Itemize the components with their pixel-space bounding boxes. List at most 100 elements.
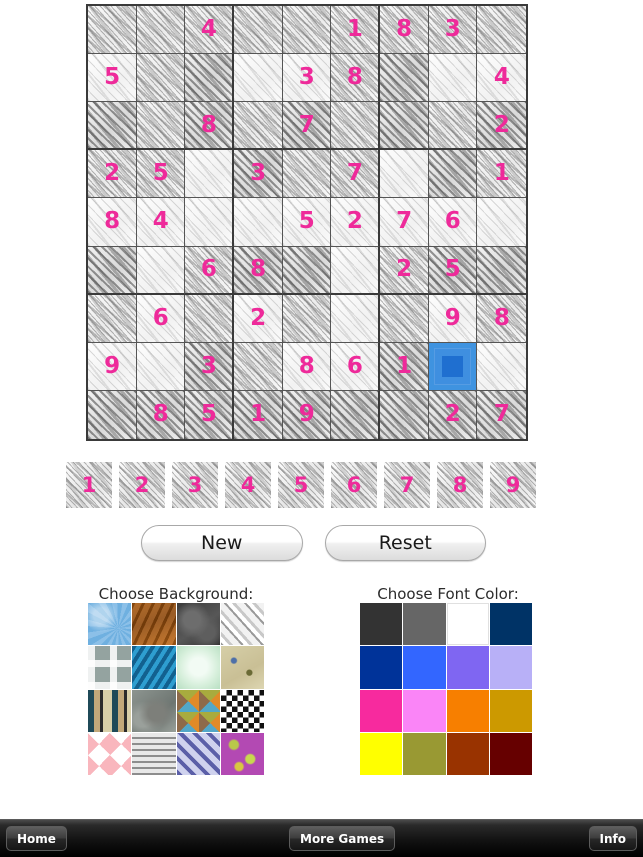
background-swatch-orange-wood[interactable]: [132, 603, 176, 646]
sudoku-cell[interactable]: [185, 150, 234, 199]
background-swatch-teal-aztec[interactable]: [88, 689, 132, 732]
sudoku-cell[interactable]: 2: [477, 102, 526, 151]
sudoku-cell[interactable]: [88, 102, 137, 151]
font-color-swatch[interactable]: [403, 646, 446, 689]
background-swatch-purple-celtic-knot[interactable]: [176, 732, 220, 775]
sudoku-board[interactable]: 4 1 8 3 5 3 8 4 8 7 2 2 5 3 7 1 8 4 5 2 7 6 6 8 2 5 6 2 9 8 9 3 8 6 1 8 5 1 9 2…: [86, 4, 528, 441]
sudoku-cell[interactable]: 1: [331, 6, 380, 55]
background-swatch-floral-beige[interactable]: [220, 646, 264, 689]
background-swatch-gray-floral[interactable]: [132, 689, 176, 732]
sudoku-cell[interactable]: 3: [185, 342, 234, 391]
sudoku-cell[interactable]: [331, 246, 380, 295]
palette-tile-2[interactable]: 2: [119, 462, 165, 508]
more-games-button[interactable]: More Games: [289, 826, 396, 851]
font-color-swatch[interactable]: [360, 603, 403, 646]
palette-tile-9[interactable]: 9: [490, 462, 536, 508]
font-color-swatch[interactable]: [446, 732, 489, 775]
info-button[interactable]: Info: [588, 826, 637, 851]
font-color-swatch[interactable]: [489, 603, 532, 646]
sudoku-cell[interactable]: 8: [282, 342, 332, 391]
sudoku-cell[interactable]: [234, 102, 283, 151]
sudoku-cell-selected[interactable]: [428, 342, 478, 391]
sudoku-cell[interactable]: 2: [380, 246, 429, 295]
sudoku-cell[interactable]: [88, 6, 137, 55]
sudoku-cell[interactable]: 1: [477, 150, 526, 199]
sudoku-cell[interactable]: 6: [185, 246, 234, 295]
sudoku-cell[interactable]: 1: [380, 342, 429, 391]
sudoku-cell[interactable]: 5: [185, 390, 234, 439]
font-color-swatch[interactable]: [403, 603, 446, 646]
number-palette[interactable]: 1 2 3 4 5 6 7 8 9: [66, 462, 566, 508]
sudoku-cell[interactable]: [331, 102, 380, 151]
font-color-swatch[interactable]: [489, 732, 532, 775]
sudoku-cell[interactable]: 4: [477, 54, 526, 103]
palette-tile-3[interactable]: 3: [172, 462, 218, 508]
sudoku-cell[interactable]: 6: [428, 198, 478, 247]
sudoku-cell[interactable]: 5: [88, 54, 137, 103]
sudoku-cell[interactable]: [136, 102, 186, 151]
sudoku-cell[interactable]: 3: [282, 54, 332, 103]
sudoku-cell[interactable]: 7: [331, 150, 380, 199]
sudoku-cell[interactable]: 5: [428, 246, 478, 295]
sudoku-cell[interactable]: [380, 54, 429, 103]
sudoku-cell[interactable]: 3: [234, 150, 283, 199]
sudoku-cell[interactable]: 8: [331, 54, 380, 103]
background-swatch-magenta-leaves[interactable]: [220, 732, 264, 775]
background-swatch-mint-glow[interactable]: [176, 646, 220, 689]
sudoku-cell[interactable]: 8: [185, 102, 234, 151]
font-color-swatch[interactable]: [446, 603, 489, 646]
sudoku-cell[interactable]: 5: [282, 198, 332, 247]
palette-tile-8[interactable]: 8: [437, 462, 483, 508]
sudoku-cell[interactable]: [380, 390, 429, 439]
sudoku-cell[interactable]: [136, 342, 186, 391]
sudoku-cell[interactable]: [282, 150, 332, 199]
sudoku-cell[interactable]: 2: [88, 150, 137, 199]
sudoku-cell[interactable]: [282, 294, 332, 343]
palette-tile-5[interactable]: 5: [278, 462, 324, 508]
font-color-swatch[interactable]: [403, 689, 446, 732]
background-swatch-grid[interactable]: [88, 603, 264, 775]
sudoku-cell[interactable]: [282, 6, 332, 55]
background-swatch-black-white-diamond[interactable]: [220, 689, 264, 732]
background-swatch-pink-heart-tile[interactable]: [88, 732, 132, 775]
sudoku-cell[interactable]: [234, 6, 283, 55]
sudoku-cell[interactable]: [428, 150, 478, 199]
sudoku-cell[interactable]: [88, 246, 137, 295]
font-color-swatch[interactable]: [360, 732, 403, 775]
sudoku-cell[interactable]: [380, 150, 429, 199]
new-button[interactable]: New: [141, 525, 303, 561]
sudoku-cell[interactable]: 1: [234, 390, 283, 439]
sudoku-cell[interactable]: [380, 294, 429, 343]
sudoku-cell[interactable]: 9: [428, 294, 478, 343]
sudoku-cell[interactable]: [428, 54, 478, 103]
sudoku-cell[interactable]: [477, 6, 526, 55]
sudoku-cell[interactable]: [428, 102, 478, 151]
reset-button[interactable]: Reset: [324, 525, 486, 561]
background-swatch-blue-sunburst[interactable]: [88, 603, 132, 646]
sudoku-cell[interactable]: [234, 54, 283, 103]
sudoku-cell[interactable]: [136, 6, 186, 55]
sudoku-cell[interactable]: [477, 246, 526, 295]
font-color-swatch[interactable]: [489, 646, 532, 689]
font-color-swatch[interactable]: [360, 646, 403, 689]
sudoku-cell[interactable]: 8: [380, 6, 429, 55]
sudoku-cell[interactable]: [477, 198, 526, 247]
font-color-swatch[interactable]: [446, 689, 489, 732]
sudoku-cell[interactable]: [477, 342, 526, 391]
sudoku-cell[interactable]: 2: [331, 198, 380, 247]
sudoku-cell[interactable]: [88, 294, 137, 343]
sudoku-cell[interactable]: 8: [234, 246, 283, 295]
sudoku-cell[interactable]: 9: [282, 390, 332, 439]
background-swatch-dark-smoke[interactable]: [176, 603, 220, 646]
sudoku-cell[interactable]: [136, 54, 186, 103]
sudoku-cell[interactable]: [331, 294, 380, 343]
font-color-swatch-grid[interactable]: [360, 603, 532, 775]
background-swatch-orange-diamond-tile[interactable]: [176, 689, 220, 732]
home-button[interactable]: Home: [6, 826, 67, 851]
sudoku-cell[interactable]: [380, 102, 429, 151]
sudoku-cell[interactable]: 6: [136, 294, 186, 343]
sudoku-cell[interactable]: [282, 246, 332, 295]
background-swatch-gray-maze-weave[interactable]: [132, 732, 176, 775]
sudoku-cell[interactable]: 8: [477, 294, 526, 343]
sudoku-cell[interactable]: 4: [185, 6, 234, 55]
